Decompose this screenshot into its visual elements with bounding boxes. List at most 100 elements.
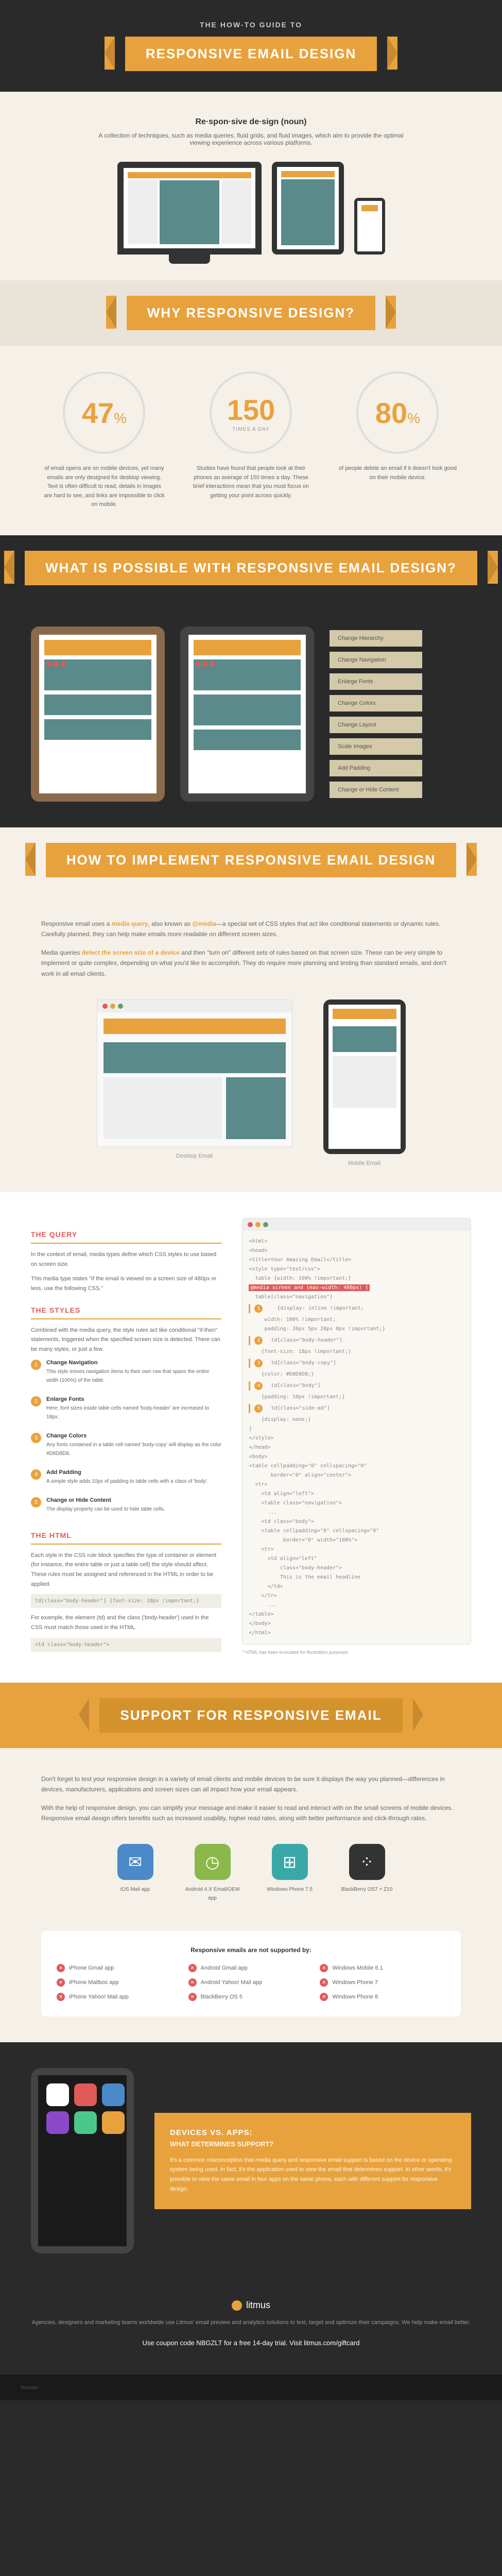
x-icon: ✕ — [57, 1993, 65, 2001]
stats-section: 47% of email opens are on mobile devices… — [0, 346, 502, 535]
litmus-logo: litmus — [21, 2300, 481, 2311]
code-note: * HTML has been truncated for illustrati… — [242, 1650, 471, 1655]
devices-illustration — [41, 162, 461, 255]
footer-coupon: Use coupon code NBGZLT for a free 14-day… — [21, 2338, 481, 2349]
x-icon: ✕ — [57, 1978, 65, 1987]
possible-section: Change Hierarchy Change Navigation Enlar… — [0, 601, 502, 827]
not-supported-box: Responsive emails are not supported by: … — [41, 1931, 461, 2016]
style-bullet: 2Enlarge FontsHere, font sizes inside ta… — [31, 1396, 221, 1427]
stat-text: of email opens are on mobile devices, ye… — [43, 464, 166, 510]
not-supported-item: ✕BlackBerry OS 5 — [188, 1993, 314, 2001]
da-title: DEVICES VS. APPS: — [170, 2128, 456, 2137]
blackberry-icon: ⁘ — [349, 1844, 385, 1880]
not-supported-item: ✕iPhone Gmail app — [57, 1964, 182, 1972]
support-banner-section: SUPPORT FOR RESPONSIVE EMAIL — [0, 1683, 502, 1748]
stat-text: Studies have found that people look at t… — [189, 464, 313, 500]
explain-right: <html><head><title>Your Amazing Email</t… — [242, 1218, 471, 1657]
implement-p1: Responsive email uses a media query, als… — [41, 919, 461, 940]
definition-term: Re·spon·sive de·sign (noun) — [41, 117, 461, 127]
title-banner: RESPONSIVE EMAIL DESIGN — [125, 37, 377, 71]
stat-circle: 150TIMES A DAY — [210, 371, 292, 454]
css-snippet: td[class="body-header"] {font-size: 18px… — [31, 1594, 221, 1608]
html-title: THE HTML — [31, 1531, 221, 1545]
stat-item: 80% of people delete an email if it does… — [336, 371, 459, 510]
stat-circle: 80% — [356, 371, 439, 454]
support-section: Don't forget to test your responsive des… — [0, 1748, 502, 2043]
after-tablet — [180, 626, 314, 802]
not-supported-item: ✕Android Yahoo! Mail app — [188, 1978, 314, 1987]
support-p2: With the help of responsive design, you … — [41, 1803, 461, 1824]
change-item: Change or Hide Content — [330, 782, 422, 798]
android-icon: ◷ — [195, 1844, 231, 1880]
stat-item: 150TIMES A DAY Studies have found that p… — [189, 371, 313, 510]
code-box: <html><head><title>Your Amazing Email</t… — [242, 1218, 471, 1645]
not-supported-item: ✕iPhone Yahoo! Mail app — [57, 1993, 182, 2001]
x-icon: ✕ — [320, 1993, 328, 2001]
changes-list: Change Hierarchy Change Navigation Enlar… — [330, 630, 422, 798]
sources-label: Sources: — [21, 2385, 39, 2390]
styles-title: THE STYLES — [31, 1306, 221, 1319]
x-icon: ✕ — [320, 1964, 328, 1972]
not-supported-item: ✕Windows Phone 8 — [320, 1993, 445, 2001]
implement-p2: Media queries detect the screen size of … — [41, 947, 461, 979]
footer-tagline: Agencies, designers and marketing teams … — [21, 2318, 481, 2328]
change-item: Scale Images — [330, 738, 422, 755]
not-supported-title: Responsive emails are not supported by: — [57, 1946, 445, 1954]
x-icon: ✕ — [320, 1978, 328, 1987]
app-icon-android: ◷Android 4.X Email/OEM app — [182, 1844, 244, 1910]
styles-p1: Combined with the media query, the style… — [31, 1326, 221, 1354]
not-supported-item: ✕Android Gmail app — [188, 1964, 314, 1972]
html-p1: Each style in the CSS rule block specifi… — [31, 1551, 221, 1589]
change-item: Change Navigation — [330, 652, 422, 668]
x-icon: ✕ — [188, 1978, 197, 1987]
why-banner-section: WHY RESPONSIVE DESIGN? — [0, 280, 502, 346]
implement-section: Responsive email uses a media query, als… — [0, 893, 502, 1192]
sources: Sources: — [0, 2375, 502, 2400]
support-banner: SUPPORT FOR RESPONSIVE EMAIL — [99, 1698, 402, 1733]
style-bullet: 5Change or Hide ContentThe display prope… — [31, 1497, 221, 1519]
possible-banner: WHAT IS POSSIBLE WITH RESPONSIVE EMAIL D… — [25, 551, 477, 585]
style-bullet: 1Change NavigationThis style moves navig… — [31, 1360, 221, 1390]
change-item: Change Hierarchy — [330, 630, 422, 647]
x-icon: ✕ — [188, 1993, 197, 2001]
x-icon: ✕ — [57, 1964, 65, 1972]
support-p1: Don't forget to test your responsive des… — [41, 1774, 461, 1795]
mobile-label: Mobile Email — [323, 1160, 406, 1166]
stat-text: of people delete an email if it doesn't … — [336, 464, 459, 482]
explain-left: THE QUERY In the context of email, media… — [31, 1218, 221, 1657]
logo-icon — [232, 2300, 242, 2311]
not-supported-item: ✕Windows Mobile 6.1 — [320, 1964, 445, 1972]
change-item: Change Layout — [330, 717, 422, 733]
app-icon-windows: ⊞Windows Phone 7.5 — [259, 1844, 321, 1910]
html-snippet: <td class="body-header"> — [31, 1638, 221, 1652]
html-p2: For example, the element (td) and the cl… — [31, 1613, 221, 1632]
query-title: THE QUERY — [31, 1230, 221, 1244]
infographic-page: THE HOW-TO GUIDE TO RESPONSIVE EMAIL DES… — [0, 0, 502, 2400]
mail-icon: ✉ — [117, 1844, 153, 1880]
implement-banner-section: HOW TO IMPLEMENT RESPONSIVE EMAIL DESIGN — [0, 827, 502, 893]
query-p1: In the context of email, media types def… — [31, 1250, 221, 1269]
stat-circle: 47% — [63, 371, 145, 454]
mobile-email-demo: Mobile Email — [323, 999, 406, 1166]
definition-text: A collection of techniques, such as medi… — [97, 132, 406, 146]
explain-section: THE QUERY In the context of email, media… — [0, 1192, 502, 1683]
app-icons: ✉iOS Mail app ◷Android 4.X Email/OEM app… — [41, 1844, 461, 1910]
app-icon-blackberry: ⁘BlackBerry OS7 + Z10 — [336, 1844, 398, 1910]
phone-with-apps-icon — [31, 2068, 134, 2253]
phone-icon — [354, 198, 385, 255]
possible-banner-section: WHAT IS POSSIBLE WITH RESPONSIVE EMAIL D… — [0, 535, 502, 601]
why-banner: WHY RESPONSIVE DESIGN? — [127, 296, 375, 330]
app-icon-ios: ✉iOS Mail app — [105, 1844, 166, 1910]
style-bullet: 4Add PaddingA simple style adds 10px of … — [31, 1469, 221, 1491]
before-tablet — [31, 626, 165, 802]
stat-item: 47% of email opens are on mobile devices… — [43, 371, 166, 510]
monitor-icon — [117, 162, 262, 255]
change-item: Add Padding — [330, 760, 422, 776]
header-subtitle: THE HOW-TO GUIDE TO — [0, 21, 502, 29]
not-supported-item: ✕iPhone Mailbox app — [57, 1978, 182, 1987]
x-icon: ✕ — [188, 1964, 197, 1972]
implement-banner: HOW TO IMPLEMENT RESPONSIVE EMAIL DESIGN — [46, 843, 457, 877]
desktop-email-demo: Desktop Email — [97, 999, 292, 1166]
da-subtitle: WHAT DETERMINES SUPPORT? — [170, 2140, 456, 2148]
style-bullet: 3Change ColorsAny fonts contained in a t… — [31, 1433, 221, 1463]
